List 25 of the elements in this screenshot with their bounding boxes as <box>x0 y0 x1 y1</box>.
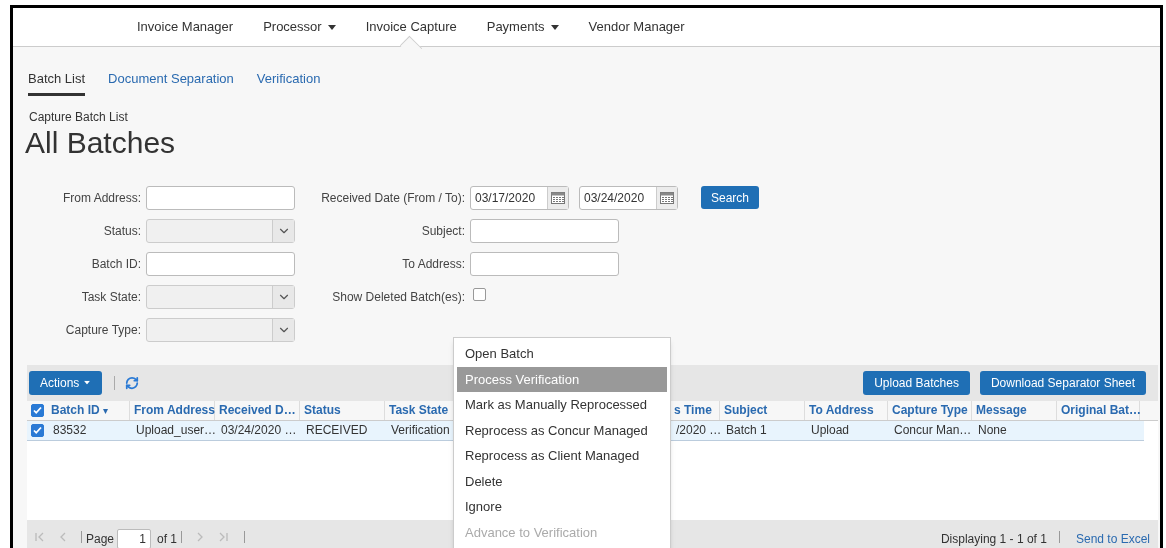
page-title: All Batches <box>24 125 177 160</box>
table-cell-text: Concur Man… <box>894 422 972 439</box>
page-count: of 1 <box>157 531 178 548</box>
table-cell-text: Verification <box>391 422 450 439</box>
table-cell-text: RECEIVED <box>306 422 368 439</box>
field-label: Capture Type: <box>64 321 141 339</box>
field-label: Received Date (From / To): <box>320 189 465 207</box>
field-label: Task State: <box>80 288 141 306</box>
record-count: Displaying 1 - 1 of 1 <box>940 531 1047 548</box>
table-cell-text: 03/24/2020 … <box>221 422 297 439</box>
table-cell-text: None <box>978 422 1007 439</box>
table-cell-text: /2020 … <box>676 422 722 439</box>
breadcrumb: Capture Batch List <box>28 108 129 126</box>
table-cell-text: Batch 1 <box>726 422 767 439</box>
sort-indicator: ▾ <box>102 403 108 418</box>
table-cell-text: Upload <box>811 422 850 439</box>
field-label: From Address: <box>61 189 141 207</box>
field-label: Batch ID: <box>90 255 141 273</box>
page-label: Page <box>86 531 115 548</box>
field-label: Show Deleted Batch(es): <box>331 288 465 306</box>
field-label: Status: <box>102 222 141 240</box>
table-cell-text: Upload_user… <box>136 422 217 439</box>
table-cell-text: 83532 <box>53 422 87 439</box>
field-label: To Address: <box>401 255 465 273</box>
field-label: Subject: <box>420 222 465 240</box>
